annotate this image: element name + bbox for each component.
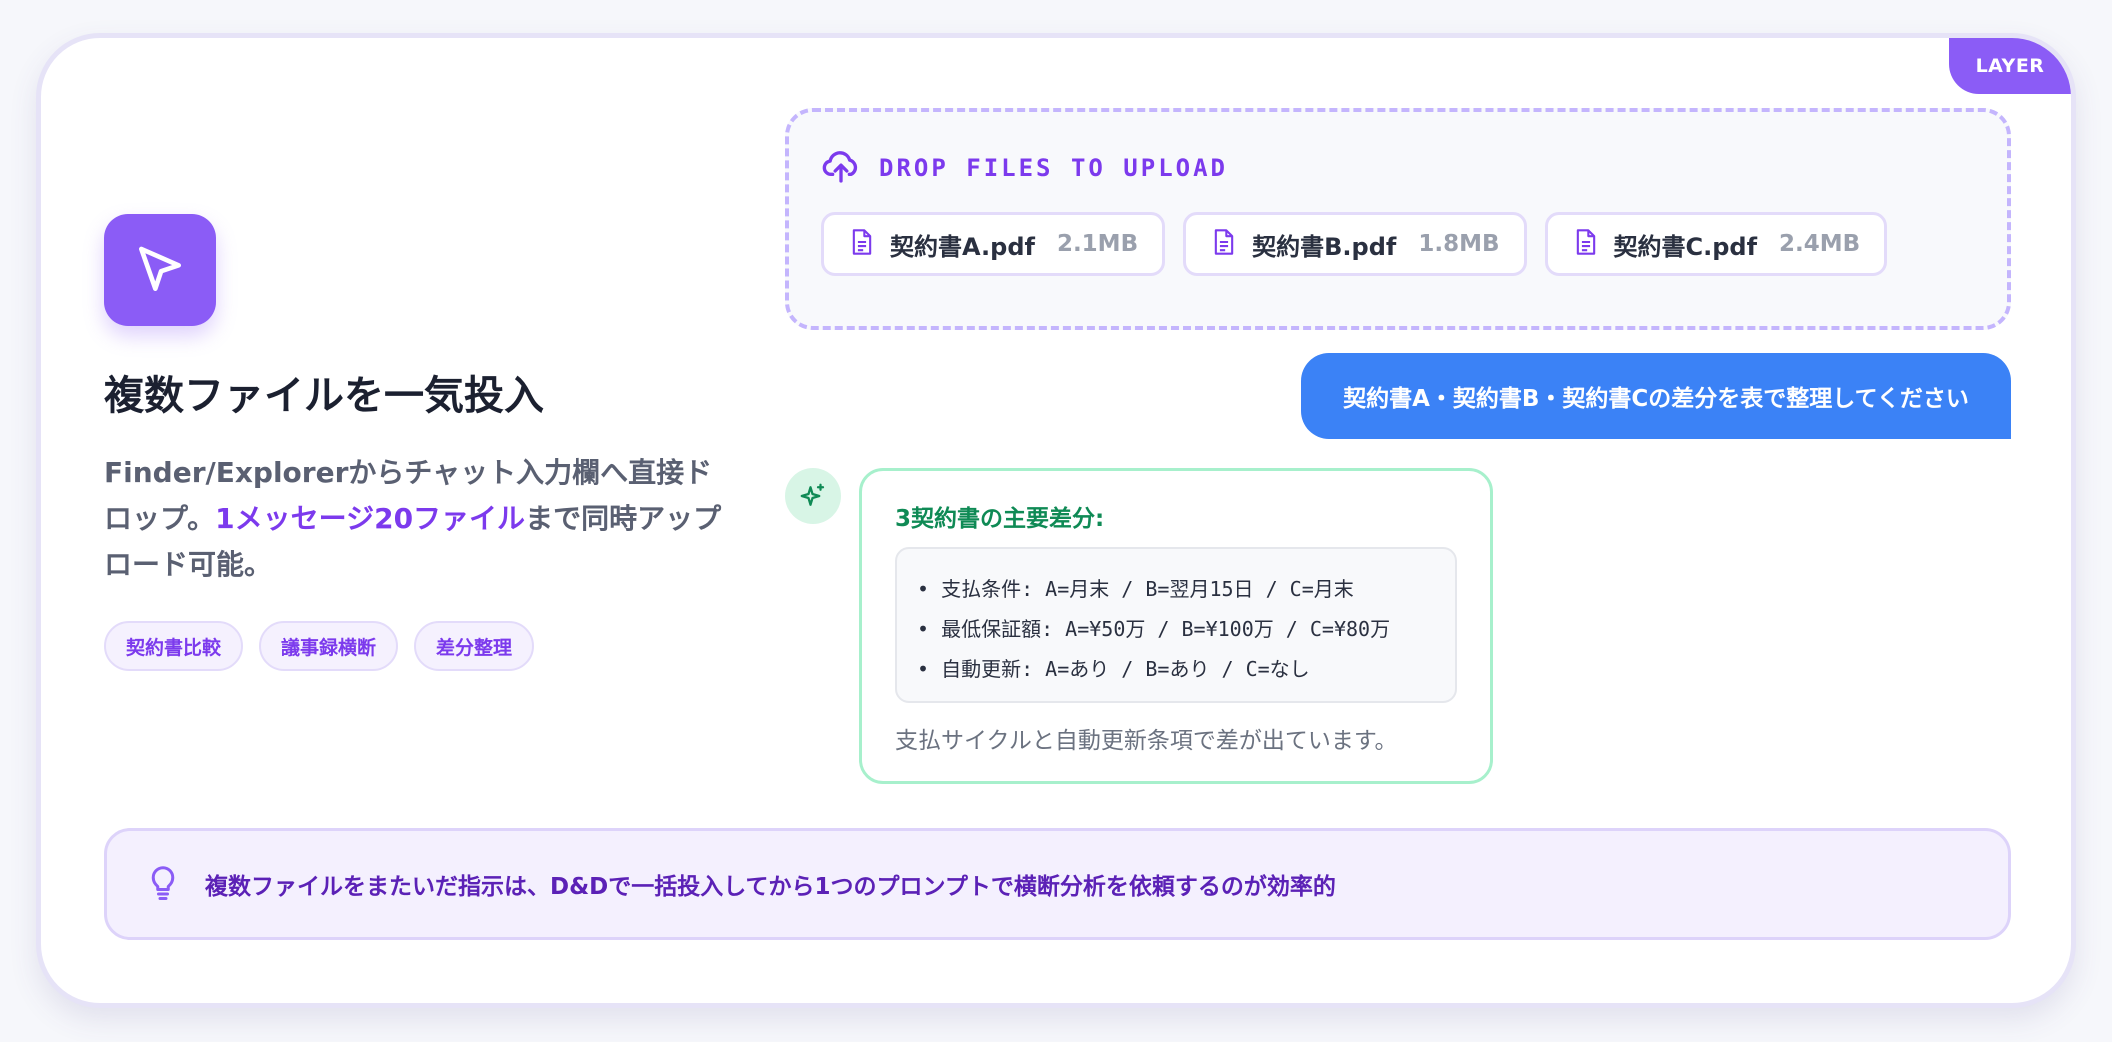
file-chip-c[interactable]: 契約書C.pdf 2.4MB	[1544, 212, 1888, 276]
file-name: 契約書B.pdf	[1252, 232, 1397, 261]
assistant-response-footer: 支払サイクルと自動更新条項で差が出ています。	[895, 728, 1398, 754]
diff-line: • 自動更新: A=あり / B=あり / C=なし	[917, 657, 1310, 681]
file-list: 契約書A.pdf 2.1MB 契約書B.pdf 1.8MB 契約書C.pdf 2…	[821, 212, 1888, 276]
layer-badge: LAYER	[1949, 38, 2071, 94]
cursor-arrow-icon	[104, 214, 216, 326]
document-icon	[850, 228, 874, 260]
tip-box: 複数ファイルをまたいだ指示は、D&Dで一括投入してから1つのプロンプトで横断分析…	[104, 828, 2011, 940]
file-name: 契約書A.pdf	[890, 232, 1035, 261]
tag-contract-compare[interactable]: 契約書比較	[104, 621, 244, 671]
diff-line: • 最低保証額: A=¥50万 / B=¥100万 / C=¥80万	[917, 617, 1391, 641]
dropzone-header: DROP FILES TO UPLOAD	[821, 146, 1228, 190]
file-size: 1.8MB	[1418, 231, 1500, 257]
feature-card: LAYER 複数ファイルを一気投入 Finder/Explorerからチャット入…	[36, 33, 2076, 1008]
lightbulb-icon	[145, 862, 181, 906]
document-icon	[1212, 228, 1236, 260]
tag-diff-organize[interactable]: 差分整理	[414, 621, 535, 671]
dropzone-title: DROP FILES TO UPLOAD	[879, 154, 1228, 182]
cloud-upload-icon	[821, 146, 861, 190]
file-size: 2.1MB	[1056, 231, 1139, 257]
feature-title: 複数ファイルを一気投入	[104, 373, 544, 419]
assistant-response-card: 3契約書の主要差分: • 支払条件: A=月末 / B=翌月15日 / C=月末…	[859, 468, 1493, 784]
tip-text: 複数ファイルをまたいだ指示は、D&Dで一括投入してから1つのプロンプトで横断分析…	[205, 874, 1336, 900]
file-name: 契約書C.pdf	[1613, 232, 1758, 261]
description-highlight: 1メッセージ20ファイル	[215, 502, 526, 535]
file-chip-b[interactable]: 契約書B.pdf 1.8MB	[1183, 212, 1527, 276]
sparkle-icon	[785, 468, 841, 524]
document-icon	[1574, 228, 1598, 260]
file-dropzone[interactable]: DROP FILES TO UPLOAD 契約書A.pdf 2.1MB 契約書B…	[785, 108, 2011, 330]
file-size: 2.4MB	[1779, 231, 1861, 257]
tag-list: 契約書比較 議事録横断 差分整理	[104, 621, 535, 671]
file-chip-a[interactable]: 契約書A.pdf 2.1MB	[821, 212, 1166, 276]
diff-line: • 支払条件: A=月末 / B=翌月15日 / C=月末	[917, 577, 1354, 601]
diff-summary-block: • 支払条件: A=月末 / B=翌月15日 / C=月末 • 最低保証額: A…	[895, 547, 1457, 703]
assistant-response-title: 3契約書の主要差分:	[895, 506, 1105, 532]
user-message-bubble: 契約書A・契約書B・契約書Cの差分を表で整理してください	[1301, 353, 2011, 439]
feature-description: Finder/Explorerからチャット入力欄へ直接ドロップ。1メッセージ20…	[104, 450, 724, 588]
tag-minutes-cross[interactable]: 議事録横断	[259, 621, 399, 671]
